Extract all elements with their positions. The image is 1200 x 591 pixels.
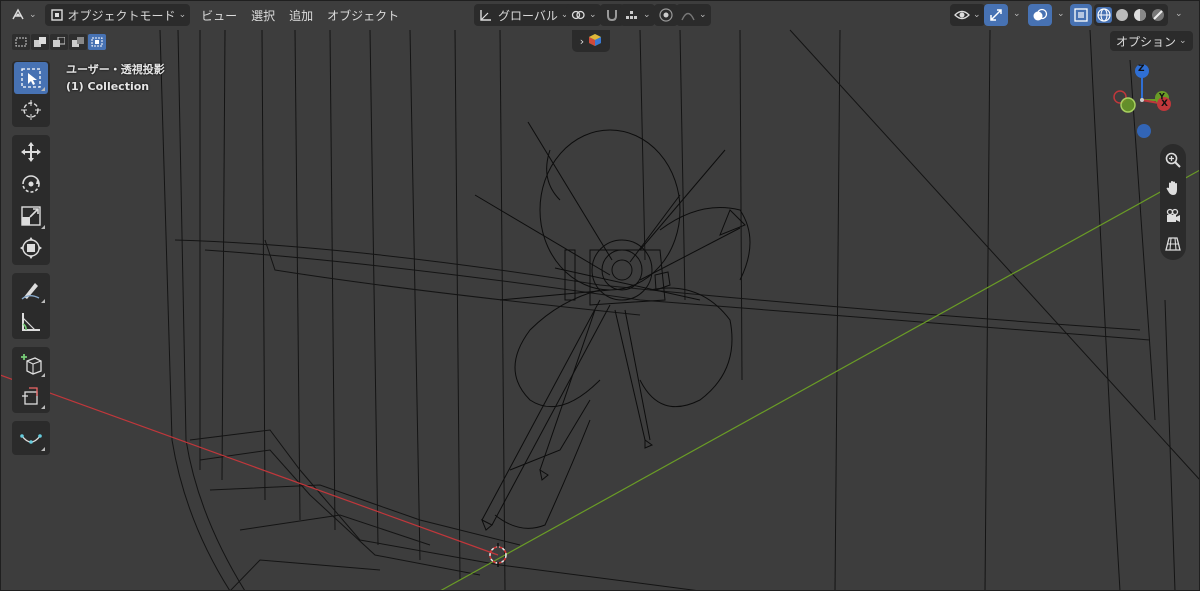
viewport-frame [0,0,1200,591]
